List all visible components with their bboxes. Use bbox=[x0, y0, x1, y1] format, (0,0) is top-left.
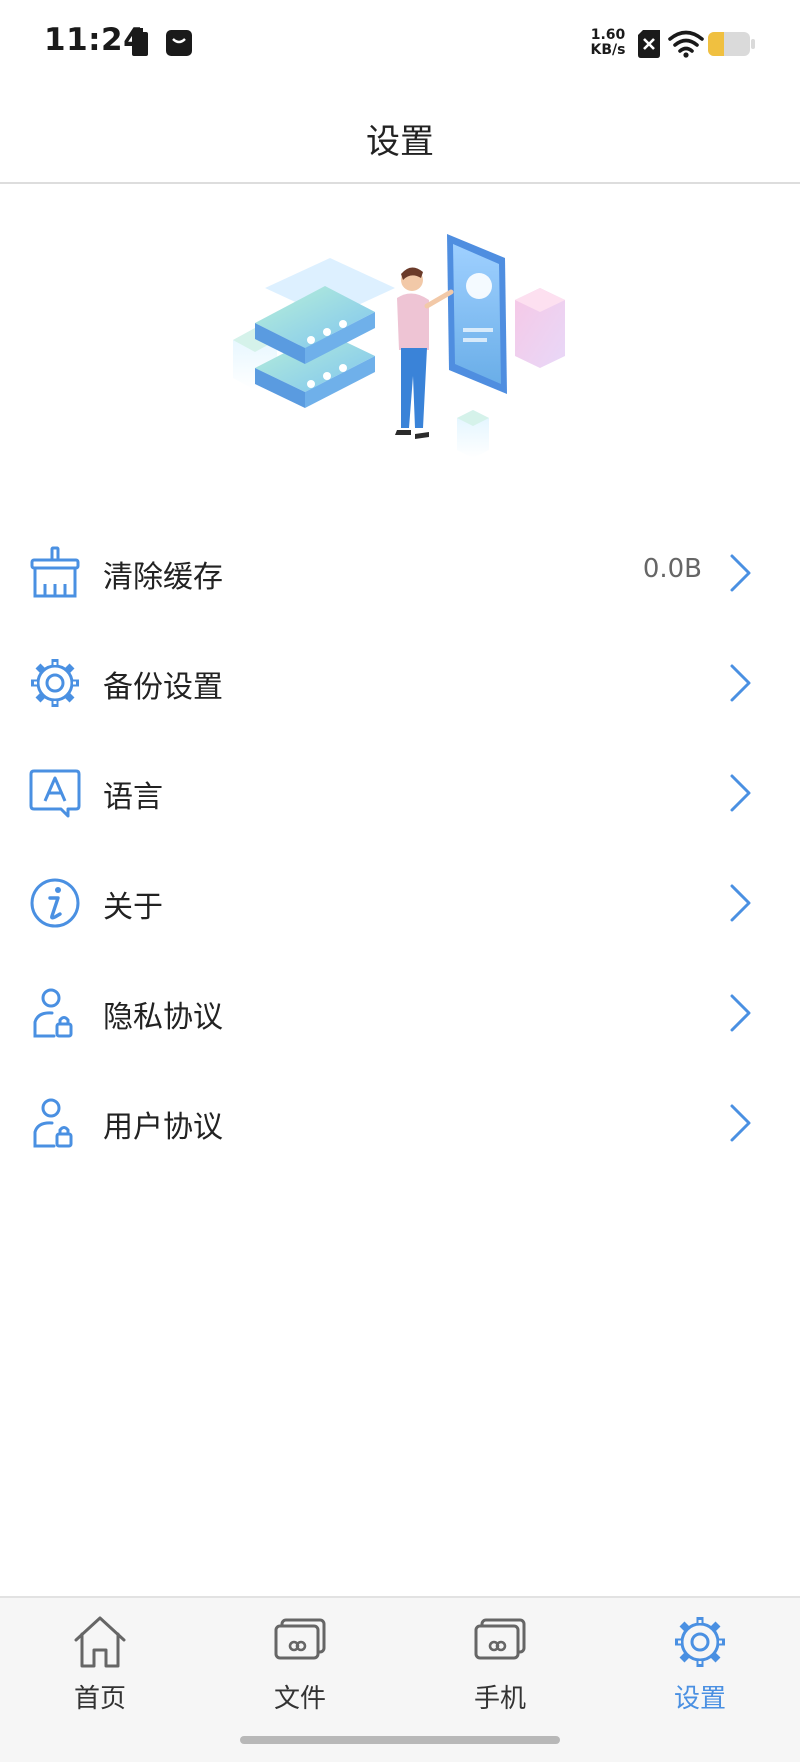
chevron-right-icon bbox=[730, 774, 751, 812]
app-notification-icon bbox=[166, 30, 192, 56]
home-indicator[interactable] bbox=[240, 1736, 560, 1744]
chevron-right-icon bbox=[730, 1104, 751, 1142]
tab-phone-label: 手机 bbox=[473, 1684, 526, 1714]
language-icon bbox=[29, 769, 81, 818]
language-item[interactable]: 语言 bbox=[0, 738, 800, 848]
backup-settings-label: 备份设置 bbox=[103, 670, 223, 705]
network-speed-unit: KB/s bbox=[590, 42, 626, 58]
tab-settings[interactable]: 设置 bbox=[600, 1614, 800, 1714]
chevron-right-icon bbox=[730, 554, 751, 592]
battery-saver-icon bbox=[132, 28, 148, 56]
privacy-policy-item[interactable]: 隐私协议 bbox=[0, 958, 800, 1068]
tab-home-label: 首页 bbox=[73, 1684, 126, 1714]
network-speed-value: 1.60 bbox=[590, 27, 626, 43]
user-agreement-item[interactable]: 用户协议 bbox=[0, 1068, 800, 1178]
about-label: 关于 bbox=[103, 890, 163, 925]
chevron-right-icon bbox=[730, 994, 751, 1032]
battery-icon bbox=[708, 32, 755, 56]
status-time: 11:24 bbox=[44, 22, 146, 58]
sim-off-icon bbox=[638, 30, 660, 58]
files-icon bbox=[274, 1618, 326, 1660]
privacy-policy-label: 隐私协议 bbox=[103, 1000, 223, 1035]
tab-files[interactable]: 文件 bbox=[200, 1614, 400, 1714]
broom-icon bbox=[30, 546, 80, 598]
phone-icon bbox=[474, 1618, 526, 1660]
about-item[interactable]: 关于 bbox=[0, 848, 800, 958]
language-label: 语言 bbox=[103, 780, 163, 815]
user-lock-icon bbox=[33, 988, 73, 1038]
tab-files-label: 文件 bbox=[273, 1684, 326, 1714]
gear-icon bbox=[31, 659, 79, 707]
settings-icon bbox=[675, 1617, 725, 1667]
cloud-backup-illustration bbox=[225, 228, 575, 468]
clear-cache-label: 清除缓存 bbox=[103, 560, 223, 595]
user-lock-icon bbox=[33, 1098, 73, 1148]
home-icon bbox=[74, 1616, 126, 1668]
tab-phone[interactable]: 手机 bbox=[400, 1614, 600, 1714]
chevron-right-icon bbox=[730, 884, 751, 922]
chevron-right-icon bbox=[730, 664, 751, 702]
settings-list: 清除缓存 0.0B 备份设置 语言 关于 隐私协议 用户协议 bbox=[0, 518, 800, 1178]
page-title: 设置 bbox=[366, 122, 434, 162]
info-icon bbox=[30, 878, 80, 928]
status-bar: 11:24 1.60 KB/s bbox=[0, 0, 800, 88]
network-speed: 1.60 KB/s bbox=[586, 28, 630, 58]
user-agreement-label: 用户协议 bbox=[103, 1110, 223, 1145]
page-header: 设置 bbox=[0, 88, 800, 184]
wifi-icon bbox=[668, 30, 704, 58]
cache-size-value: 0.0B bbox=[642, 554, 702, 584]
backup-settings-item[interactable]: 备份设置 bbox=[0, 628, 800, 738]
tab-home[interactable]: 首页 bbox=[0, 1614, 200, 1714]
tab-settings-label: 设置 bbox=[673, 1684, 726, 1714]
clear-cache-item[interactable]: 清除缓存 0.0B bbox=[0, 518, 800, 628]
